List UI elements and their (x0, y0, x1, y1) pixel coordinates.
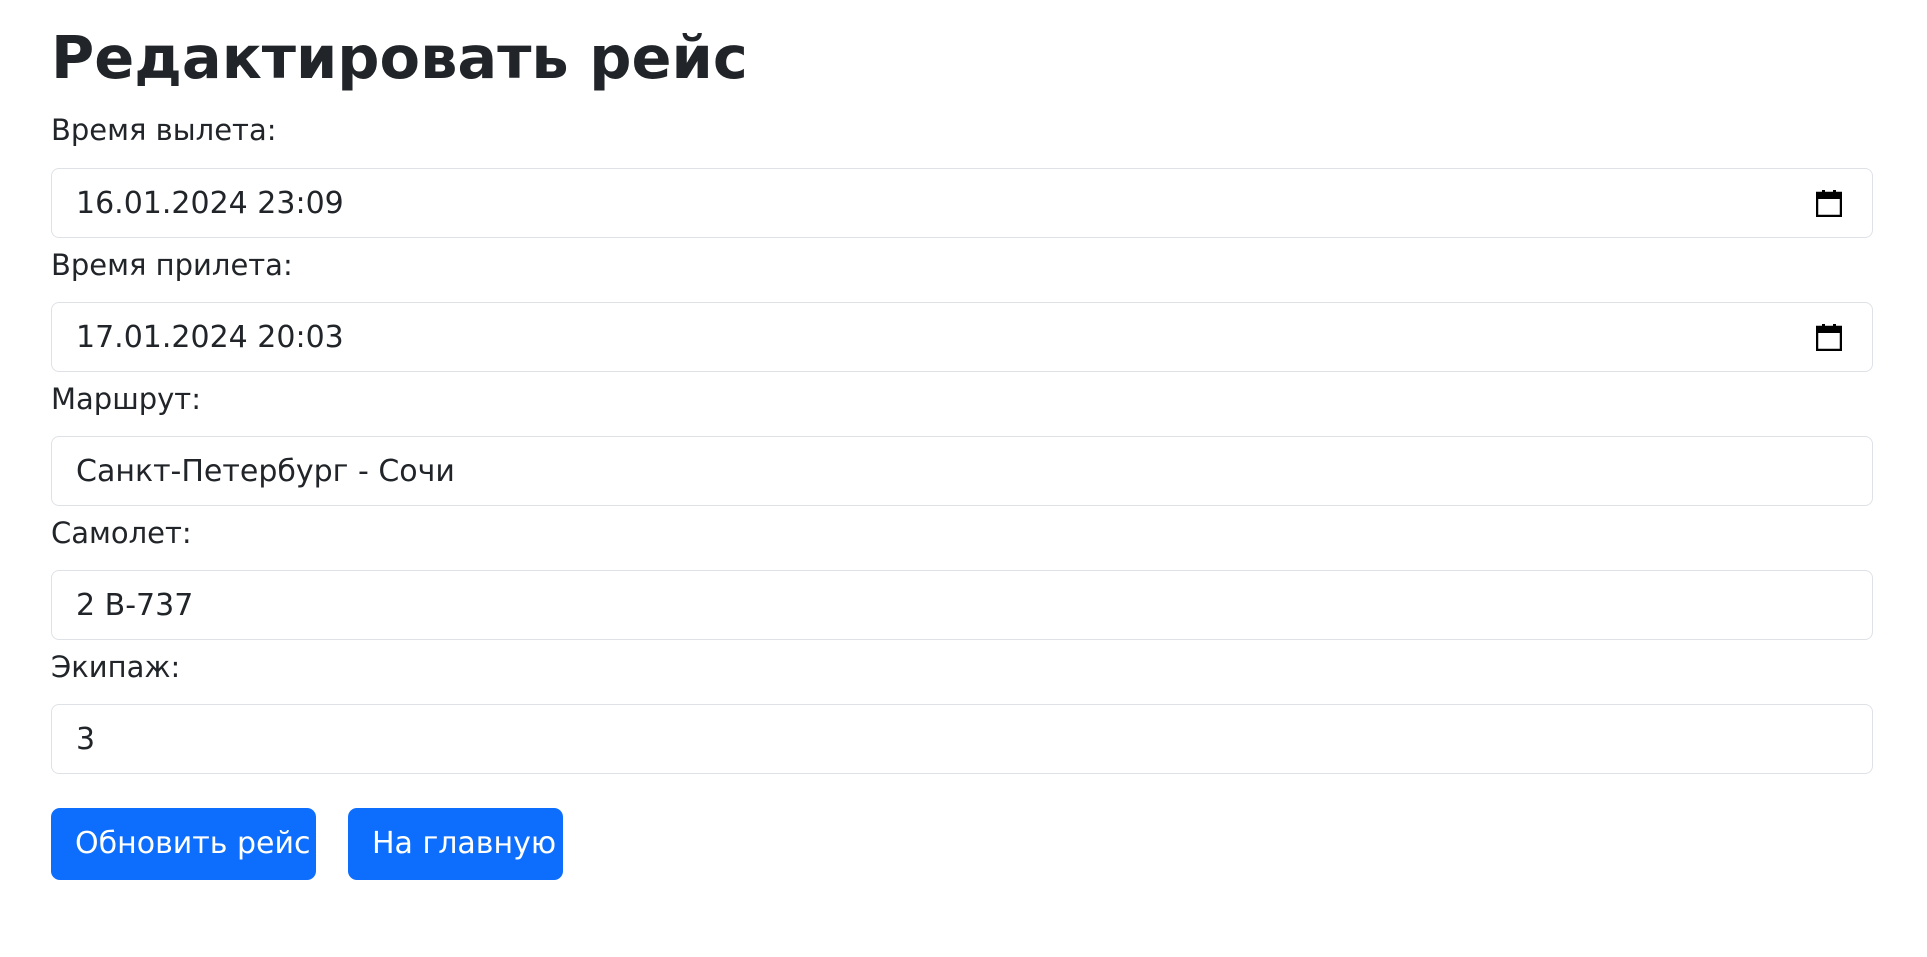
departure-time-value: 16.01.2024 23:09 (76, 186, 344, 221)
crew-input[interactable]: 3 (51, 704, 1873, 774)
update-flight-button[interactable]: Обновить рейс (51, 808, 316, 880)
aircraft-label: Самолет: (51, 516, 192, 550)
arrival-time-input[interactable]: 17.01.2024 20:03 (51, 302, 1873, 372)
departure-time-label: Время вылета: (51, 113, 277, 147)
arrival-time-value: 17.01.2024 20:03 (76, 320, 344, 355)
aircraft-value: 2 B-737 (76, 588, 194, 623)
home-button[interactable]: На главную (348, 808, 563, 880)
departure-time-input[interactable]: 16.01.2024 23:09 (51, 168, 1873, 238)
crew-value: 3 (76, 722, 96, 757)
route-value: Санкт-Петербург - Сочи (76, 454, 455, 489)
calendar-icon[interactable] (1816, 324, 1842, 351)
arrival-time-label: Время прилета: (51, 248, 293, 282)
aircraft-input[interactable]: 2 B-737 (51, 570, 1873, 640)
page-title: Редактировать рейс (51, 23, 748, 92)
route-label: Маршрут: (51, 382, 201, 416)
route-input[interactable]: Санкт-Петербург - Сочи (51, 436, 1873, 506)
crew-label: Экипаж: (51, 650, 181, 684)
calendar-icon[interactable] (1816, 190, 1842, 217)
